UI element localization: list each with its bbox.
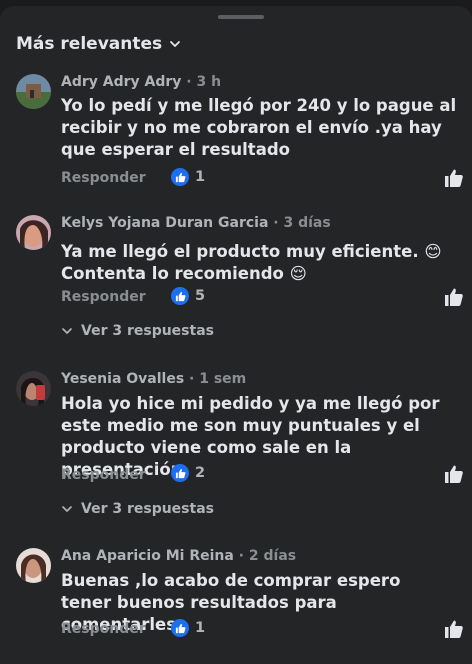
chevron-down-icon — [170, 41, 181, 47]
comment-author-line: Yesenia Ovalles · 1 sem — [61, 371, 246, 387]
drag-handle[interactable] — [218, 15, 264, 19]
reply-button[interactable]: Responder — [61, 467, 146, 483]
reaction-count: 1 — [195, 620, 206, 636]
avatar[interactable] — [16, 548, 51, 583]
reaction-summary[interactable]: 1 — [171, 619, 205, 637]
avatar[interactable] — [16, 74, 51, 109]
comment-author-line: Kelys Yojana Duran Garcia · 3 días — [61, 215, 331, 231]
avatar[interactable] — [16, 371, 51, 406]
reaction-count: 1 — [195, 169, 206, 185]
chevron-down-icon — [62, 328, 72, 334]
comment-text: Ya me llegó el producto muy eficiente. 😊… — [61, 242, 442, 283]
author-name[interactable]: Kelys Yojana Duran Garcia — [61, 215, 268, 231]
reply-button[interactable]: Responder — [61, 621, 146, 637]
like-reaction-icon — [171, 287, 189, 305]
author-name[interactable]: Adry Adry Adry — [61, 74, 181, 90]
comment-author-line: Ana Aparicio Mi Reina · 2 días — [61, 548, 296, 564]
comment-author-line: Adry Adry Adry · 3 h — [61, 74, 221, 90]
comment-text: Yo lo pedí y me llegó por 240 y lo pague… — [61, 96, 457, 159]
timestamp[interactable]: · 3 días — [268, 215, 330, 231]
view-replies-button[interactable]: Ver 3 respuestas — [61, 501, 214, 517]
avatar[interactable] — [16, 215, 51, 250]
reaction-count: 2 — [195, 465, 206, 481]
thumbs-up-icon[interactable] — [444, 168, 464, 188]
timestamp[interactable]: · 3 h — [181, 74, 221, 90]
reply-button[interactable]: Responder — [61, 289, 146, 305]
author-name[interactable]: Yesenia Ovalles — [61, 371, 184, 387]
reply-button[interactable]: Responder — [61, 170, 146, 186]
like-reaction-icon — [171, 619, 189, 637]
reaction-summary[interactable]: 5 — [171, 287, 205, 305]
like-reaction-icon — [171, 168, 189, 186]
chevron-down-icon — [62, 506, 72, 512]
author-name[interactable]: Ana Aparicio Mi Reina — [61, 548, 234, 564]
thumbs-up-icon[interactable] — [444, 619, 464, 639]
timestamp[interactable]: · 1 sem — [184, 371, 246, 387]
like-reaction-icon — [171, 464, 189, 482]
sort-dropdown[interactable]: Más relevantes — [16, 34, 182, 54]
sort-label: Más relevantes — [16, 34, 163, 54]
reaction-summary[interactable]: 2 — [171, 464, 205, 482]
reaction-count: 5 — [195, 288, 206, 304]
thumbs-up-icon[interactable] — [444, 287, 464, 307]
comments-sheet: Más relevantes Adry Adry Adry · 3 h Yo l… — [0, 6, 472, 664]
view-replies-label: Ver 3 respuestas — [81, 501, 214, 517]
reaction-summary[interactable]: 1 — [171, 168, 205, 186]
view-replies-button[interactable]: Ver 3 respuestas — [61, 323, 214, 339]
thumbs-up-icon[interactable] — [444, 464, 464, 484]
timestamp[interactable]: · 2 días — [234, 548, 296, 564]
view-replies-label: Ver 3 respuestas — [81, 323, 214, 339]
